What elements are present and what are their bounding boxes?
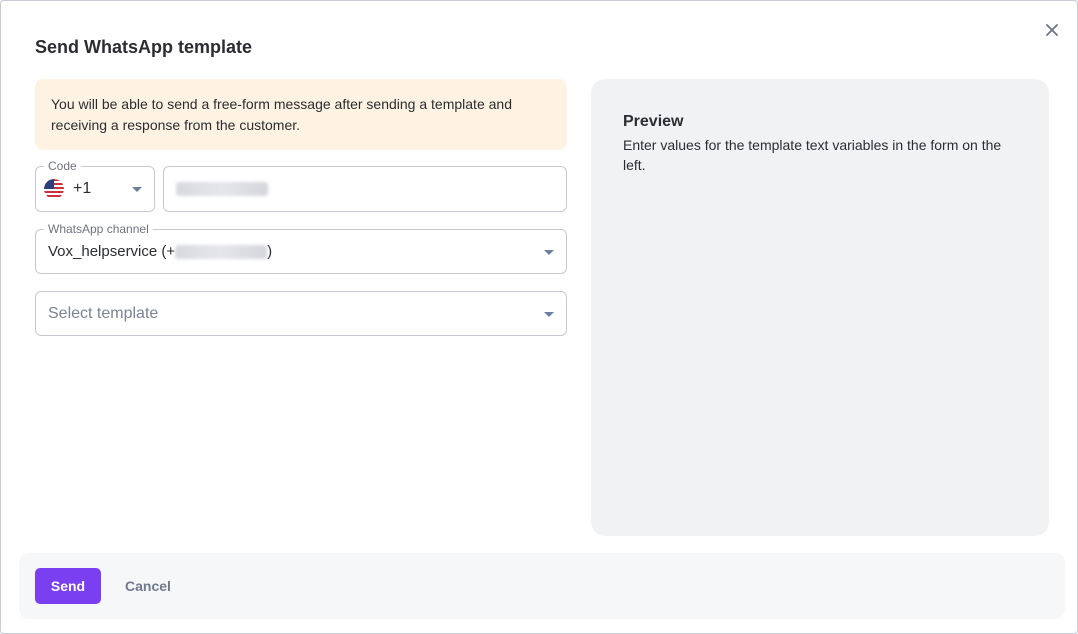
close-icon: [1046, 24, 1058, 36]
dialog-footer: Send Cancel: [19, 553, 1065, 619]
preview-description: Enter values for the template text varia…: [623, 137, 1002, 173]
preview-title: Preview: [623, 113, 684, 130]
redacted-phone-number: [176, 182, 268, 196]
info-notice: You will be able to send a free-form mes…: [35, 79, 567, 150]
chevron-down-icon: [544, 312, 554, 317]
chevron-down-icon: [132, 187, 142, 192]
channel-suffix: ): [267, 243, 273, 260]
send-button[interactable]: Send: [35, 568, 101, 604]
redacted-channel-number: [175, 244, 268, 259]
whatsapp-channel-label: WhatsApp channel: [44, 221, 153, 237]
template-placeholder: Select template: [48, 304, 159, 322]
send-whatsapp-template-dialog: Send WhatsApp template You will be able …: [0, 0, 1078, 634]
channel-name: Vox_helpservice (+: [48, 243, 176, 260]
phone-number-input[interactable]: [163, 166, 567, 212]
cancel-button[interactable]: Cancel: [125, 568, 171, 604]
whatsapp-channel-select[interactable]: WhatsApp channel Vox_helpservice (+ ): [35, 221, 567, 274]
close-button[interactable]: [1042, 20, 1062, 40]
code-value: +1: [73, 180, 92, 197]
country-code-select[interactable]: Code +1: [35, 158, 155, 212]
us-flag-icon: [44, 179, 64, 199]
template-select[interactable]: Select template: [35, 291, 567, 336]
preview-panel: Preview Enter values for the template te…: [591, 79, 1049, 536]
chevron-down-icon: [544, 250, 554, 255]
code-label: Code: [44, 158, 81, 174]
dialog-title: Send WhatsApp template: [35, 37, 253, 57]
channel-value: Vox_helpservice (+ ): [48, 243, 272, 260]
